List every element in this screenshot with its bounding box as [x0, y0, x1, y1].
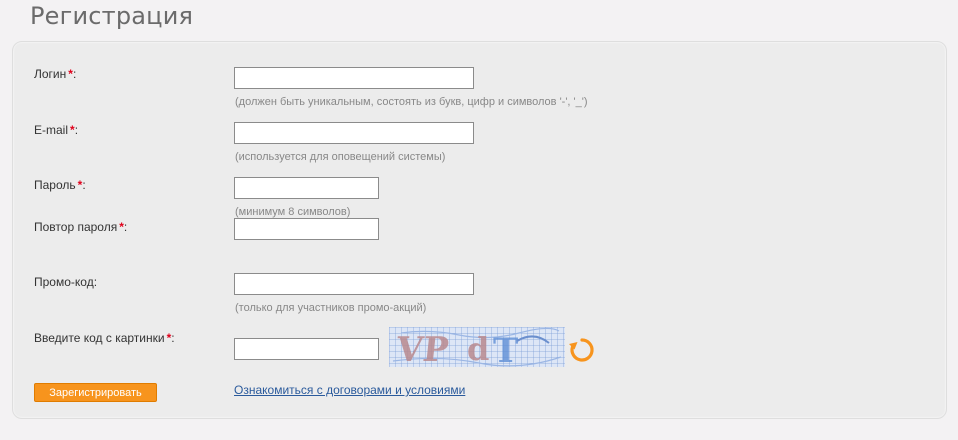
login-label-text: Логин: [34, 67, 67, 81]
password-repeat-label-text: Повтор пароля: [34, 220, 118, 234]
password-repeat-label: Повтор пароля *:: [34, 220, 127, 234]
label-colon: :: [74, 123, 79, 137]
login-input[interactable]: [234, 67, 474, 89]
password-label-text: Пароль: [34, 178, 76, 192]
svg-text:VP: VP: [393, 330, 450, 367]
login-label: Логин *:: [34, 67, 76, 81]
label-colon: :: [123, 220, 128, 234]
captcha-input[interactable]: [234, 338, 379, 360]
svg-text:T: T: [493, 331, 518, 367]
register-button[interactable]: Зарегистрировать: [34, 383, 157, 402]
captcha-label-text: Введите код с картинки: [34, 331, 165, 345]
email-hint: (используется для оповещений системы): [235, 151, 446, 163]
label-colon: :: [171, 331, 175, 345]
email-label-text: E-mail: [34, 123, 69, 137]
password-hint: (минимум 8 символов): [235, 206, 351, 218]
email-input[interactable]: [234, 122, 474, 144]
promo-hint: (только для участников промо-акций): [235, 302, 427, 314]
terms-link[interactable]: Ознакомиться с договорами и условиями: [234, 383, 465, 397]
captcha-label: Введите код с картинки *:: [34, 331, 175, 345]
password-repeat-input[interactable]: [234, 218, 379, 240]
login-hint: (должен быть уникальным, состоять из бук…: [235, 96, 588, 108]
captcha-image: VP d T: [389, 327, 565, 367]
email-label: E-mail *:: [34, 123, 78, 137]
promo-input[interactable]: [234, 273, 474, 295]
label-colon: :: [72, 67, 77, 81]
password-label: Пароль *:: [34, 178, 86, 192]
password-input[interactable]: [234, 177, 379, 199]
page-title: Регистрация: [30, 2, 194, 30]
refresh-icon[interactable]: [568, 336, 596, 364]
label-colon: :: [82, 178, 86, 192]
promo-label: Промо-код:: [34, 275, 98, 289]
svg-text:d: d: [467, 330, 489, 367]
